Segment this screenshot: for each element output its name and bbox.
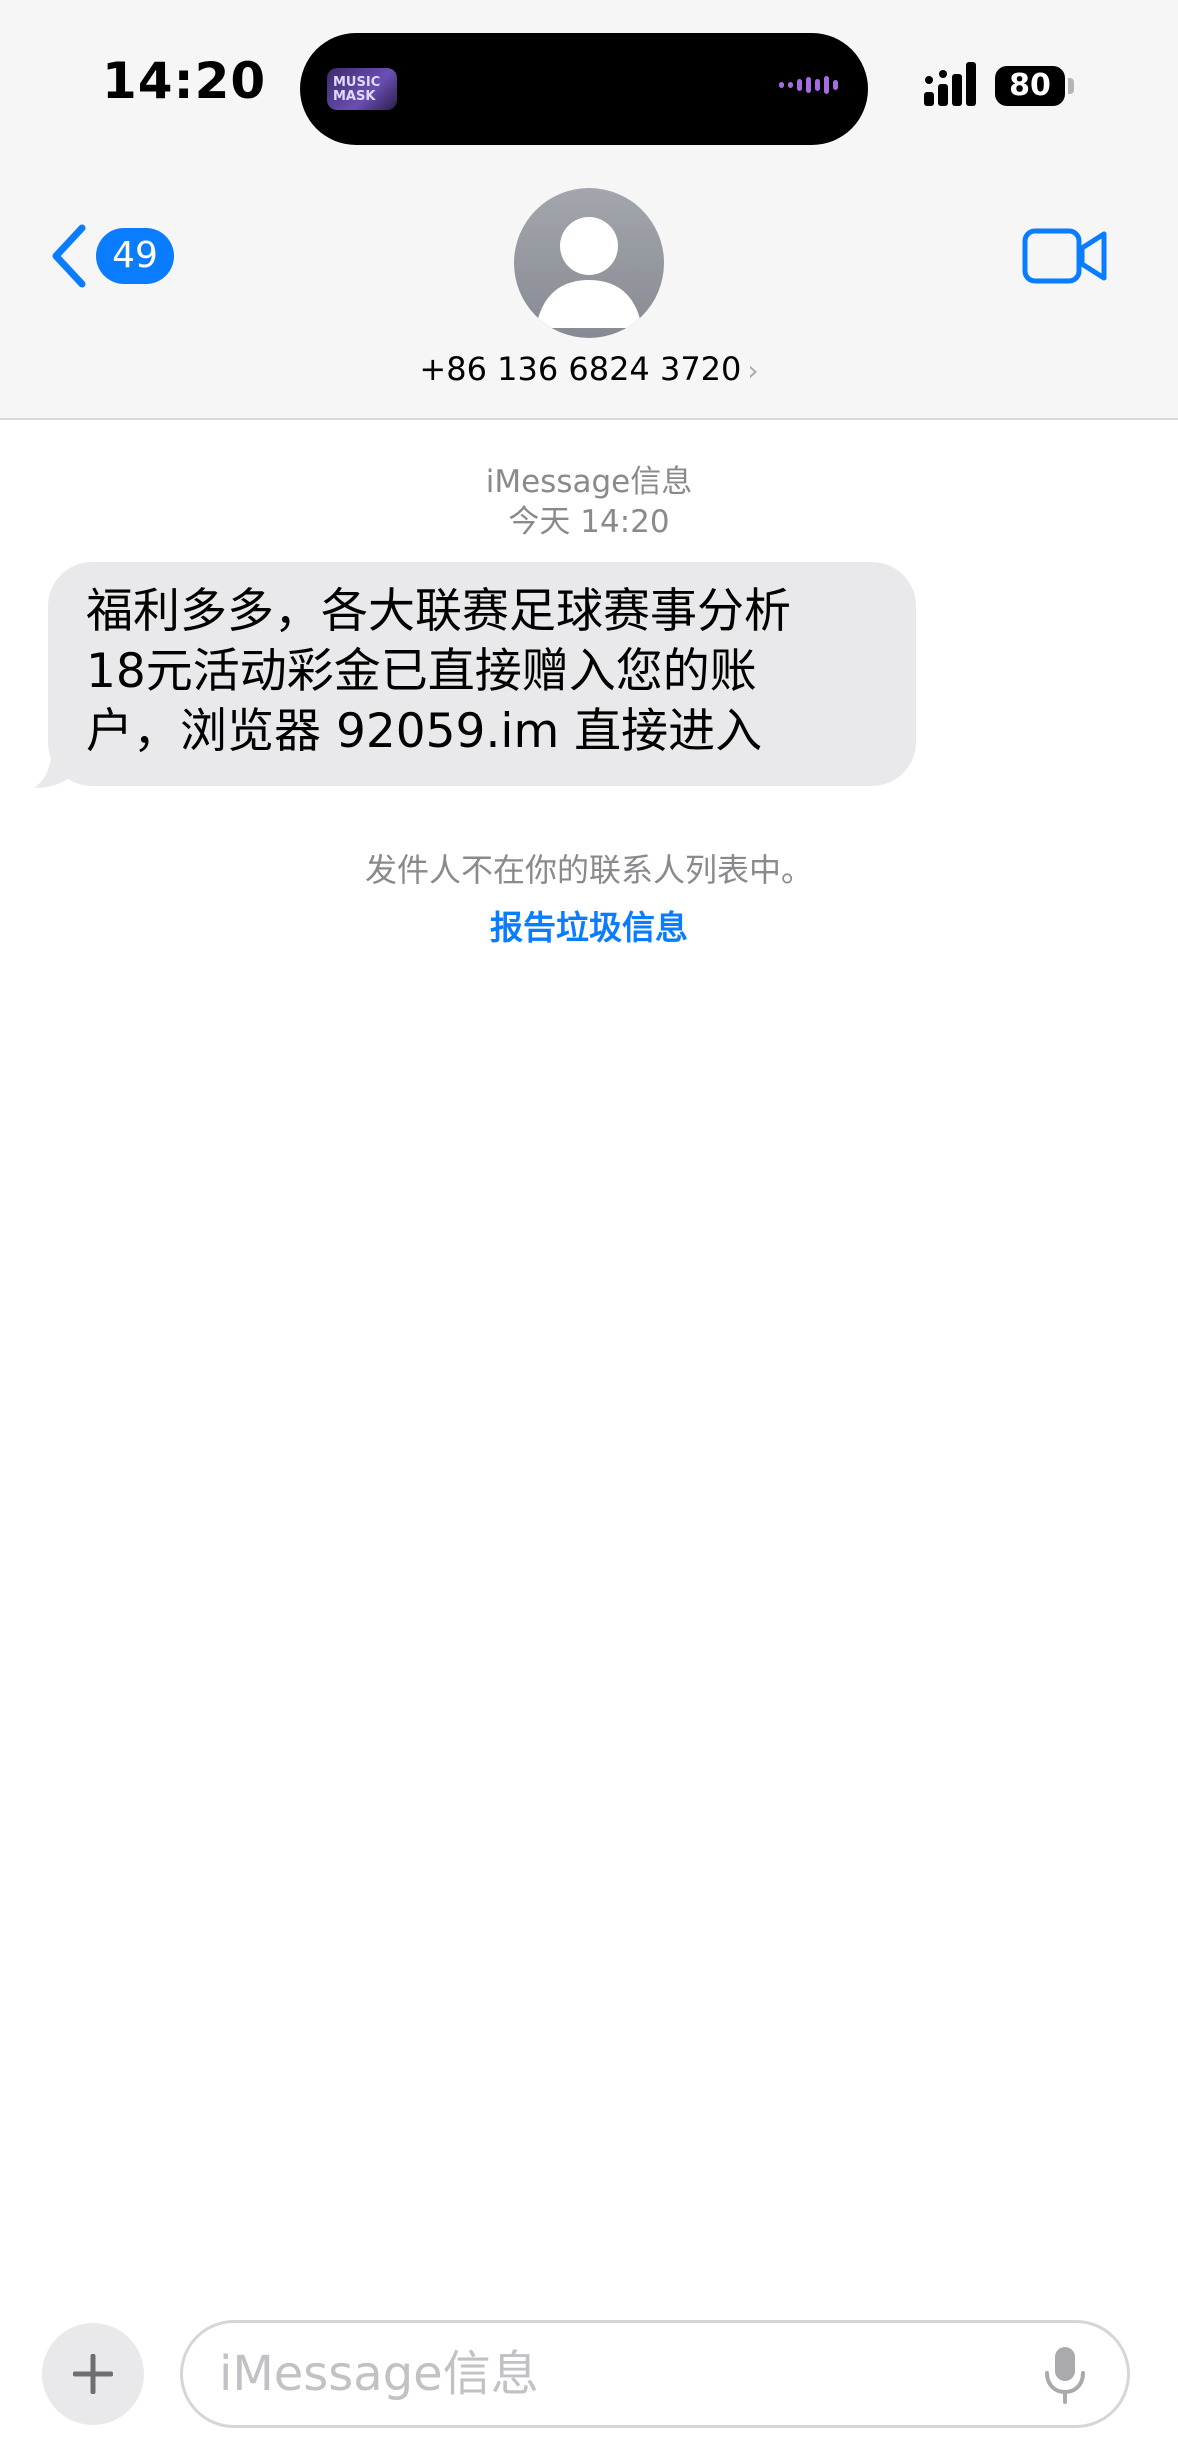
battery-indicator: 80 bbox=[995, 66, 1065, 106]
person-icon bbox=[536, 217, 642, 328]
microphone-icon[interactable] bbox=[1043, 2345, 1087, 2405]
status-time: 14:20 bbox=[102, 52, 267, 110]
now-playing-artwork-text: MUSIC MASK bbox=[333, 75, 381, 104]
contact-details-link[interactable]: +86 136 6824 3720 › bbox=[0, 350, 1178, 388]
audio-waveform-icon bbox=[779, 76, 838, 94]
unknown-sender-note: 发件人不在你的联系人列表中。 bbox=[364, 851, 813, 889]
top-bar: 14:20 MUSIC MASK 80 49 +86 136 6824 3720… bbox=[0, 0, 1178, 420]
apps-plus-button[interactable] bbox=[42, 2323, 144, 2425]
plus-icon bbox=[73, 2354, 113, 2394]
now-playing-artwork: MUSIC MASK bbox=[327, 68, 397, 110]
unread-count-badge: 49 bbox=[96, 228, 174, 284]
cellular-signal-icon bbox=[924, 62, 976, 106]
message-input[interactable] bbox=[219, 2339, 999, 2409]
message-timestamp: 今天 14:20 bbox=[508, 504, 670, 540]
service-label: iMessage信息 bbox=[485, 464, 693, 500]
contact-number: +86 136 6824 3720 bbox=[419, 350, 742, 388]
battery-cap bbox=[1068, 78, 1074, 94]
video-camera-icon[interactable] bbox=[1022, 226, 1108, 286]
message-composer[interactable] bbox=[180, 2320, 1130, 2428]
back-button[interactable]: 49 bbox=[48, 220, 198, 292]
back-chevron-icon bbox=[52, 224, 86, 288]
dynamic-island[interactable]: MUSIC MASK bbox=[300, 33, 868, 145]
message-bubble-text[interactable]: 福利多多，各大联赛足球赛事分析 18元活动彩金已直接赠入您的账 户，浏览器 92… bbox=[48, 562, 916, 786]
received-message[interactable]: 福利多多，各大联赛足球赛事分析 18元活动彩金已直接赠入您的账 户，浏览器 92… bbox=[30, 562, 920, 790]
report-junk-link[interactable]: 报告垃圾信息 bbox=[0, 901, 1178, 949]
chevron-right-icon: › bbox=[747, 354, 759, 387]
contact-avatar[interactable] bbox=[514, 188, 664, 338]
